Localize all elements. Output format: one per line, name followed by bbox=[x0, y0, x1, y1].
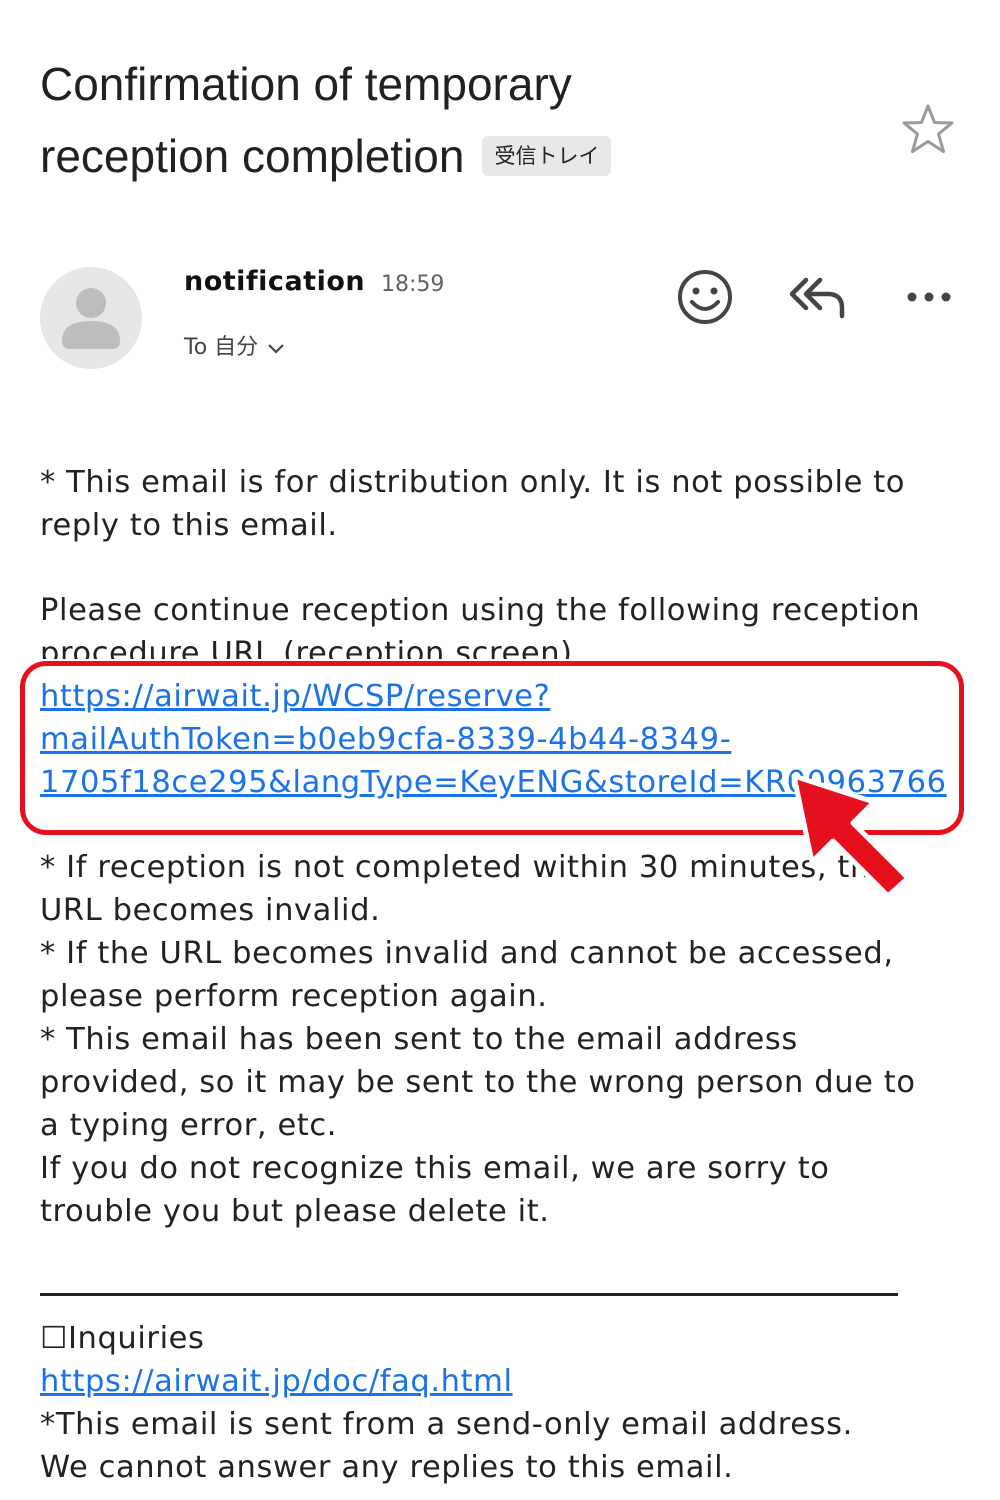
reply-all-icon[interactable] bbox=[786, 274, 848, 320]
recipient-label: To 自分 bbox=[184, 335, 259, 360]
notes-paragraph: * If reception is not completed within 3… bbox=[40, 846, 950, 1233]
faq-link[interactable]: https://airwait.jp/doc/faq.html bbox=[40, 1364, 513, 1399]
chevron-down-icon bbox=[268, 344, 284, 354]
text-line: procedure URL (reception screen) bbox=[40, 636, 573, 659]
star-icon[interactable] bbox=[900, 102, 956, 158]
subject-line-2-text: reception completion bbox=[40, 130, 465, 182]
pointer-arrow-icon bbox=[791, 773, 911, 898]
text-line: If you do not recognize this email, we a… bbox=[40, 1151, 830, 1186]
more-horizontal-icon[interactable] bbox=[902, 280, 956, 314]
divider bbox=[40, 1293, 898, 1296]
text-line: Please continue reception using the foll… bbox=[40, 593, 921, 628]
footer-section: ☐Inquiries https://airwait.jp/doc/faq.ht… bbox=[40, 1317, 950, 1489]
email-subject: Confirmation of temporary reception comp… bbox=[40, 48, 860, 192]
text-line: *This email is sent from a send-only ema… bbox=[40, 1407, 853, 1442]
smiley-icon[interactable] bbox=[676, 268, 734, 326]
person-icon bbox=[62, 288, 120, 349]
instruction-paragraph: Please continue reception using the foll… bbox=[40, 589, 950, 659]
sender-name: notification bbox=[184, 266, 366, 297]
recipient-toggle[interactable]: To 自分 bbox=[184, 329, 286, 361]
text-line: * This email has been sent to the email … bbox=[40, 1022, 798, 1057]
text-line: We cannot answer any replies to this ema… bbox=[40, 1450, 734, 1485]
avatar[interactable] bbox=[40, 267, 142, 369]
distribution-notice: * This email is for distribution only. I… bbox=[40, 461, 950, 547]
subject-line-2: reception completion 受信トレイ bbox=[40, 120, 860, 192]
text-line: provided, so it may be sent to the wrong… bbox=[40, 1065, 916, 1100]
inquiries-heading: ☐Inquiries bbox=[40, 1321, 205, 1356]
sent-time: 18:59 bbox=[381, 272, 445, 297]
text-line: a typing error, etc. bbox=[40, 1108, 338, 1143]
text-line: * This email is for distribution only. I… bbox=[40, 465, 906, 500]
subject-line-1: Confirmation of temporary bbox=[40, 58, 572, 110]
text-line: * If the URL becomes invalid and cannot … bbox=[40, 936, 894, 971]
inbox-label[interactable]: 受信トレイ bbox=[482, 135, 612, 176]
text-line: please perform reception again. bbox=[40, 979, 548, 1014]
text-line: reply to this email. bbox=[40, 508, 338, 543]
text-line: trouble you but please delete it. bbox=[40, 1194, 550, 1229]
